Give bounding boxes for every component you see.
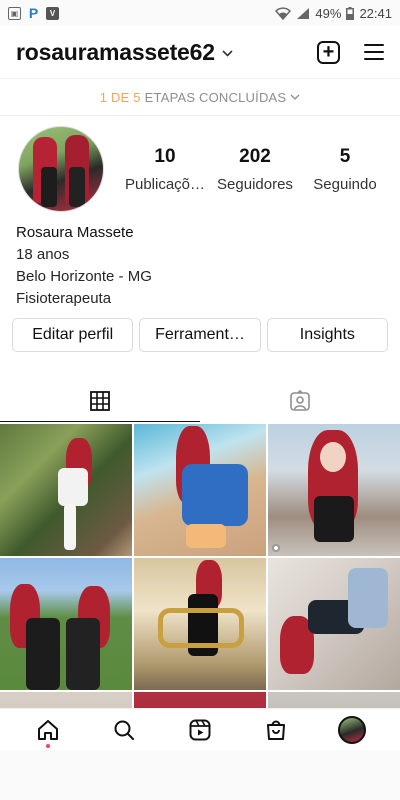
posts-count: 10 xyxy=(154,146,176,167)
profile-actions: Editar perfil Ferrament… Insights xyxy=(12,318,388,352)
nav-search[interactable] xyxy=(106,712,142,748)
steps-label: ETAPAS CONCLUÍDAS xyxy=(144,89,287,105)
posts-grid xyxy=(0,424,400,708)
profile-stats: 10 Publicaçõ… 202 Seguidores 5 Seguindo xyxy=(120,146,390,193)
notification-dot xyxy=(46,743,50,748)
insights-button[interactable]: Insights xyxy=(266,318,388,352)
tools-button[interactable]: Ferrament… xyxy=(139,318,261,352)
posts-stat[interactable]: 10 Publicaçõ… xyxy=(120,146,210,193)
following-stat[interactable]: 5 Seguindo xyxy=(300,146,390,193)
signal-icon xyxy=(297,7,310,19)
battery-level: 49% xyxy=(315,5,342,21)
profile-avatar[interactable] xyxy=(18,126,104,212)
bio-line: Belo Horizonte - MG xyxy=(16,268,152,285)
bio-line: Fisioterapeuta xyxy=(16,290,112,307)
profile-tabs xyxy=(0,380,400,422)
reels-icon xyxy=(189,719,211,740)
gallery-icon: ▣ xyxy=(8,6,21,20)
home-icon xyxy=(38,719,58,740)
vimeo-icon: V xyxy=(46,6,59,20)
profile-name: Rosaura Massete xyxy=(16,224,134,241)
post-thumbnail[interactable] xyxy=(0,558,132,690)
edit-profile-button[interactable]: Editar perfil xyxy=(12,318,134,352)
onboarding-steps[interactable]: 1 DE 5 ETAPAS CONCLUÍDAS xyxy=(0,78,400,116)
tab-posts-grid[interactable] xyxy=(0,380,200,422)
nav-shop[interactable] xyxy=(258,712,294,748)
profile-avatar xyxy=(338,715,366,744)
post-thumbnail[interactable] xyxy=(0,692,132,708)
post-thumbnail[interactable] xyxy=(0,424,132,556)
clock: 22:41 xyxy=(359,5,392,21)
nav-reels[interactable] xyxy=(182,712,218,748)
menu-icon[interactable] xyxy=(364,44,384,60)
nav-profile[interactable] xyxy=(334,712,370,748)
post-thumbnail[interactable] xyxy=(134,424,266,556)
shop-icon xyxy=(267,720,285,740)
post-thumbnail[interactable] xyxy=(134,692,266,708)
profile-bio: Rosaura Massete 18 anos Belo Horizonte -… xyxy=(16,222,152,310)
following-label: Seguindo xyxy=(313,176,377,193)
grid-icon xyxy=(90,390,110,411)
chevron-down-icon[interactable] xyxy=(222,45,233,60)
post-thumbnail[interactable] xyxy=(268,692,400,708)
reel-icon xyxy=(272,544,280,552)
tagged-icon xyxy=(290,390,310,411)
picsart-icon: P xyxy=(28,5,39,21)
bottom-nav xyxy=(0,708,400,750)
status-left: ▣ P V xyxy=(8,5,59,21)
followers-label: Seguidores xyxy=(217,176,293,193)
followers-count: 202 xyxy=(239,146,271,167)
system-nav-area xyxy=(0,750,400,800)
tab-tagged[interactable] xyxy=(200,380,400,422)
wifi-icon xyxy=(275,6,292,20)
bio-line: 18 anos xyxy=(16,246,70,263)
post-thumbnail[interactable] xyxy=(134,558,266,690)
post-thumbnail[interactable] xyxy=(268,424,400,556)
nav-home[interactable] xyxy=(30,712,66,748)
profile-header: rosauramassete62 + xyxy=(0,26,400,78)
status-right: 49% 22:41 xyxy=(275,6,392,21)
post-thumbnail[interactable] xyxy=(268,558,400,690)
battery-icon xyxy=(346,6,355,20)
following-count: 5 xyxy=(339,146,351,167)
chevron-down-icon xyxy=(290,92,300,103)
username-switcher[interactable]: rosauramassete62 xyxy=(16,39,215,66)
status-bar: ▣ P V 49% 22:41 xyxy=(0,0,400,26)
search-icon xyxy=(114,720,134,740)
posts-label: Publicaçõ… xyxy=(124,176,206,193)
header-actions: + xyxy=(317,40,384,64)
followers-stat[interactable]: 202 Seguidores xyxy=(210,146,300,193)
steps-progress: 1 DE 5 xyxy=(99,89,141,105)
create-post-icon[interactable]: + xyxy=(317,40,340,64)
